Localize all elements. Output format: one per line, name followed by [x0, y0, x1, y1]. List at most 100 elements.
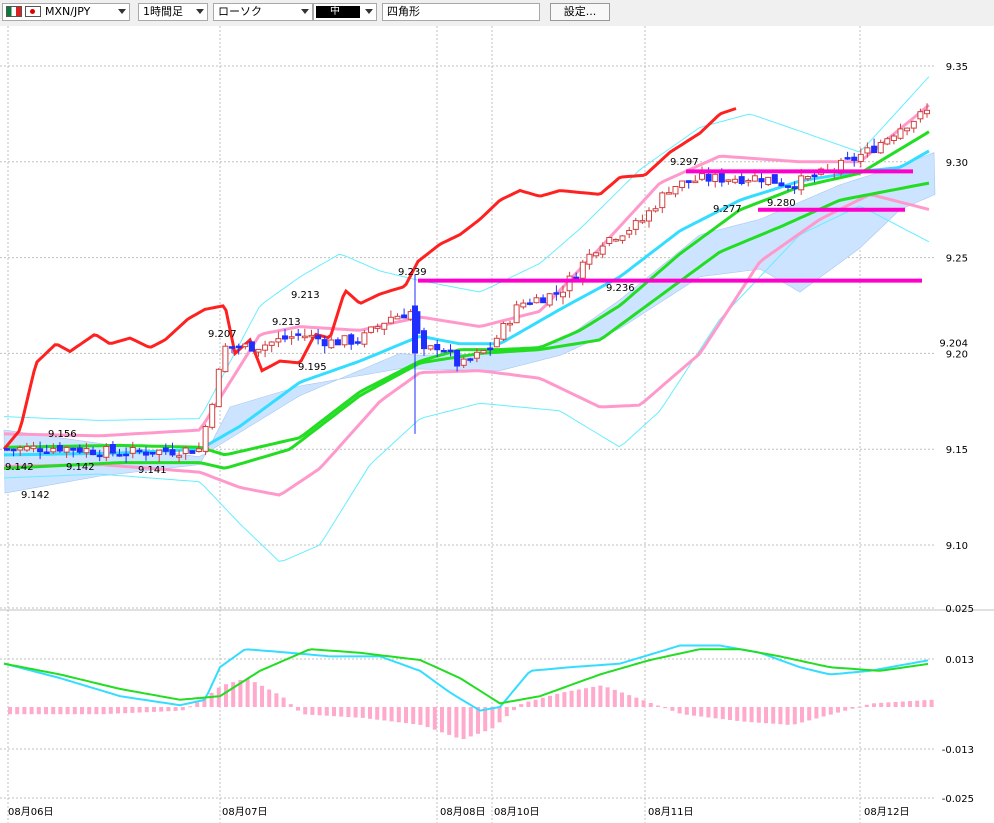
chart-type-select[interactable]: ローソク [213, 3, 313, 21]
x-tick-label: 08月10日 [494, 806, 539, 818]
macd-histogram-bar [94, 707, 99, 715]
macd-histogram-bar [245, 678, 250, 707]
candle-body [235, 345, 242, 349]
candle-body [169, 449, 176, 456]
candle-body [116, 454, 123, 457]
macd-histogram-bar [569, 690, 574, 707]
chart-type-label: ローソク [218, 5, 262, 18]
macd-histogram-bar [857, 706, 862, 708]
macd-histogram-bar [346, 707, 351, 717]
candle-body [665, 192, 672, 195]
macd-histogram-bar [29, 707, 34, 715]
candle [215, 368, 222, 408]
candle-body [248, 341, 255, 352]
candle-body [480, 350, 487, 354]
price-label: 9.280 [767, 198, 796, 209]
macd-histogram-bar [576, 689, 581, 707]
candle-body [606, 237, 613, 244]
macd-histogram-bar [670, 707, 675, 711]
macd-histogram-bar [324, 707, 329, 716]
macd-histogram-bar [454, 707, 459, 738]
color-swatch: 中 [316, 6, 360, 18]
symbol-select[interactable]: MXN/JPY [2, 3, 130, 21]
macd-histogram-bar [807, 707, 812, 721]
candle-body [83, 448, 90, 454]
macd-histogram-bar [872, 703, 876, 707]
candle-body [70, 447, 77, 451]
macd-histogram-bar [548, 695, 552, 707]
interval-select[interactable]: 1時間足 [138, 3, 208, 21]
candle-body [798, 175, 805, 191]
chevron-down-icon [118, 9, 126, 14]
price-label: 9.142 [66, 462, 95, 473]
macd-histogram-bar [886, 702, 891, 707]
macd-histogram-bar [540, 697, 545, 707]
candle-body [268, 341, 275, 346]
price-label: 9.156 [48, 429, 77, 440]
macd-histogram-bar [166, 707, 171, 712]
chevron-down-icon [301, 9, 309, 14]
price-label: 9.277 [713, 204, 742, 215]
candle-body [4, 448, 10, 451]
x-tick-label: 08月06日 [8, 806, 53, 818]
price-label: 9.239 [398, 267, 427, 278]
candle-body [387, 316, 394, 324]
candle-body [381, 322, 388, 330]
candle-body [156, 449, 163, 456]
macd-histogram-bar [80, 707, 84, 715]
candle-body [23, 446, 30, 451]
candle-body [540, 297, 547, 304]
candle-body [361, 332, 368, 345]
y-tick-label: 9.204 [939, 339, 968, 350]
macd-histogram-bar [598, 685, 603, 707]
macd-histogram-bar [843, 707, 848, 711]
candle-body [659, 192, 666, 209]
x-tick-label: 08月12日 [864, 806, 909, 818]
candle [248, 341, 255, 352]
candle-body [275, 338, 282, 343]
candle-body [368, 326, 374, 333]
macd-histogram-bar [929, 699, 934, 707]
mexico-flag-icon [6, 6, 22, 17]
drawing-shape-field[interactable]: 四角形 [382, 3, 540, 21]
macd-histogram-bar [404, 707, 408, 724]
candle [189, 450, 196, 454]
macd-histogram-bar [778, 707, 783, 725]
y-tick-label: 9.10 [946, 541, 968, 552]
candle-body [473, 351, 480, 359]
macd-histogram-bar [389, 707, 394, 722]
macd-histogram-bar [771, 707, 776, 724]
macd-histogram-bar [684, 707, 689, 715]
line-color-select[interactable]: 中 [313, 3, 377, 21]
candle-body [149, 451, 156, 455]
candle-body [579, 261, 586, 279]
candle-body [427, 345, 434, 350]
macd-histogram-bar [72, 707, 77, 715]
candle-body [460, 358, 467, 366]
macd-histogram-bar [188, 706, 192, 708]
macd-histogram-bar [58, 707, 63, 715]
chart-toolbar: MXN/JPY 1時間足 ローソク 中 四角形 設定... [0, 0, 994, 27]
macd-histogram-bar [713, 707, 718, 719]
settings-button[interactable]: 設定... [550, 3, 610, 21]
candle-body [778, 182, 785, 187]
macd-histogram-bar [814, 707, 819, 719]
macd-histogram-bar [44, 707, 48, 715]
candle-body [288, 336, 295, 339]
y-tick-label: 9.20 [946, 349, 968, 360]
macd-histogram-bar [267, 689, 272, 707]
candle-body [712, 173, 719, 183]
candle-body [705, 173, 712, 182]
chevron-down-icon [365, 9, 373, 14]
candle-body [374, 326, 381, 329]
candle-body [103, 446, 110, 458]
macd-histogram-bar [396, 707, 401, 723]
candle-body [328, 339, 335, 349]
macd-histogram-bar [353, 707, 358, 718]
candle-body [195, 448, 202, 452]
macd-histogram-bar [612, 689, 617, 707]
macd-tick-label: 0.013 [945, 655, 974, 666]
candle-body [301, 335, 308, 339]
macd-histogram-bar [699, 707, 704, 717]
candle-body [612, 239, 619, 242]
